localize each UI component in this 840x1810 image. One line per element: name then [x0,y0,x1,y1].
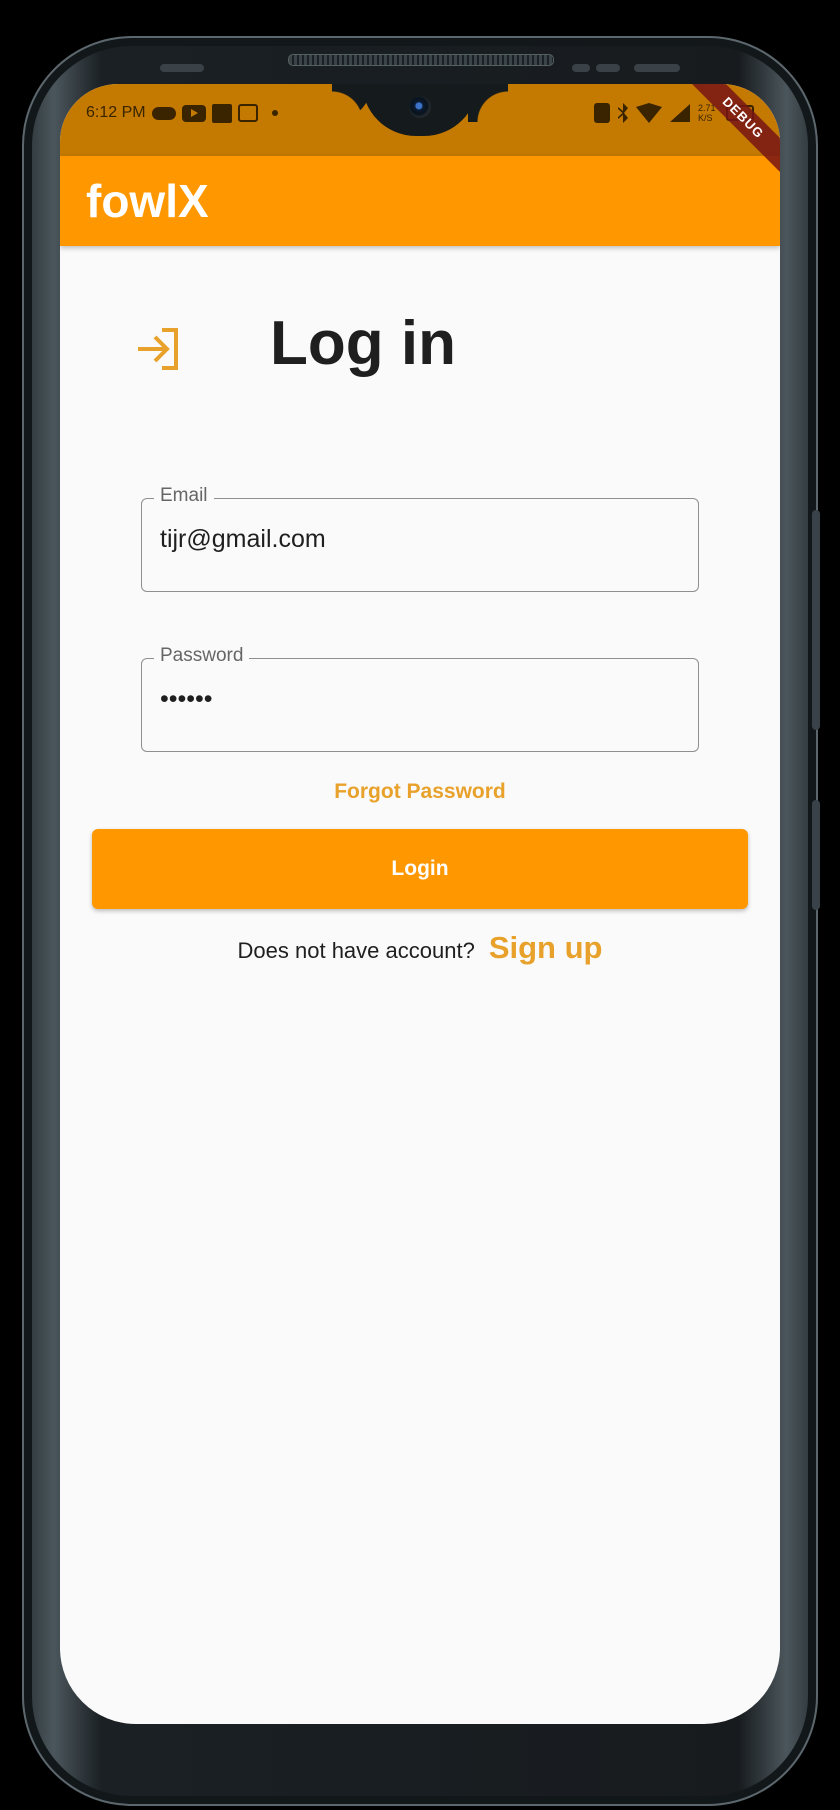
bluetooth-icon [618,103,628,123]
camera-icon [409,96,431,118]
news-icon [212,103,232,123]
shirt-icon [238,104,258,122]
youtube-icon [182,104,206,122]
earpiece-speaker [288,54,554,66]
password-value[interactable]: •••••• [160,685,213,714]
email-label: Email [154,485,214,507]
forgot-password-link[interactable]: Forgot Password [60,780,780,804]
signal-icon [670,104,690,122]
sensor [160,64,204,72]
page-title: Log in [270,309,456,378]
notification-icons [152,102,278,124]
vibrate-icon [594,103,610,123]
app-bar: fowlX [60,156,780,246]
notch-curve [468,84,508,122]
status-time: 6:12 PM [86,104,146,121]
email-value[interactable]: tijr@gmail.com [160,525,326,554]
email-field[interactable]: Email tijr@gmail.com [141,485,699,592]
dot-icon [272,110,278,116]
phone-screen: 6:12 PM 2.71 K/S fowlX DEBUG Log in Emai… [60,84,780,1724]
power-button[interactable] [812,800,820,910]
signup-row: Does not have account? Sign up [60,930,780,966]
app-title: fowlX [86,175,209,227]
cloud-icon [152,106,176,120]
wifi-icon [636,103,662,123]
login-icon [138,328,178,370]
login-button[interactable]: Login [92,829,748,909]
signup-prompt: Does not have account? [237,938,475,963]
password-field[interactable]: Password •••••• [141,645,699,752]
password-label: Password [154,645,250,667]
signup-link[interactable]: Sign up [489,930,603,966]
volume-button[interactable] [812,510,820,730]
sensor [572,64,590,72]
sensor [634,64,680,72]
sensor [596,64,620,72]
